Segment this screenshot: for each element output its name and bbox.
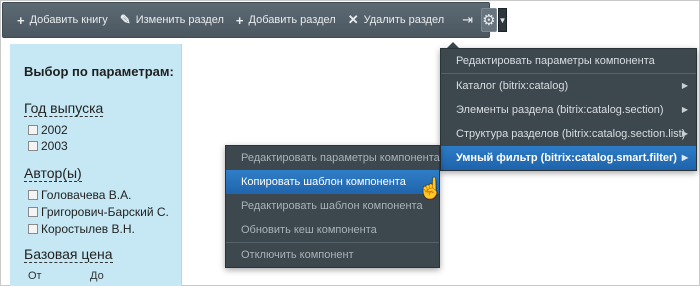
delete-section-button[interactable]: ✕ Удалить раздел <box>342 3 450 37</box>
menu-item-label: Редактировать шаблон компонента <box>241 200 423 212</box>
plus-icon: + <box>17 12 25 28</box>
chevron-right-icon: ▶ <box>681 129 688 138</box>
submenu-item-clear-cache[interactable]: Обновить кеш компонента <box>226 218 439 242</box>
submenu-item-copy-template[interactable]: Копировать шаблон компонента <box>226 170 439 194</box>
filter-year-option[interactable]: 2003 <box>28 139 68 153</box>
caret-down-icon[interactable]: ▼ <box>497 8 508 32</box>
menu-item-smart-filter[interactable]: Умный фильтр (bitrix:catalog.smart.filte… <box>441 146 696 170</box>
checkbox[interactable] <box>28 207 38 217</box>
edit-section-label: Изменить раздел <box>135 14 224 26</box>
chevron-right-icon: ▶ <box>681 153 688 162</box>
checkbox[interactable] <box>28 141 38 151</box>
edit-section-button[interactable]: ✎ Изменить раздел <box>114 3 230 37</box>
x-icon: ✕ <box>347 12 359 27</box>
price-from-label: От <box>28 270 42 282</box>
component-toolbar: + Добавить книгу ✎ Изменить раздел + Доб… <box>2 2 508 38</box>
checkbox-label: 2002 <box>41 123 68 137</box>
component-settings-menu: Редактировать параметры компонента Катал… <box>440 48 697 171</box>
submenu-item-edit-params[interactable]: Редактировать параметры компонента <box>226 146 440 170</box>
checkbox[interactable] <box>28 125 38 135</box>
menu-item-edit-params[interactable]: Редактировать параметры компонента <box>441 49 696 73</box>
submenu-item-edit-template[interactable]: Редактировать шаблон компонента <box>226 194 439 218</box>
menu-item-section-structure[interactable]: Структура разделов (bitrix:catalog.secti… <box>441 122 696 146</box>
menu-item-label: Редактировать параметры компонента <box>241 152 440 164</box>
pin-icon[interactable]: ⇥ <box>454 12 481 28</box>
add-book-button[interactable]: + Добавить книгу <box>11 3 114 37</box>
menu-item-label: Каталог (bitrix:catalog) <box>456 80 569 92</box>
filter-year-option[interactable]: 2002 <box>28 123 68 137</box>
filter-author-option[interactable]: Головачева В.А. <box>28 188 131 202</box>
smart-filter-submenu: Редактировать параметры компонента Копир… <box>225 145 440 268</box>
pencil-icon: ✎ <box>119 12 131 27</box>
filter-title: Выбор по параметрам: <box>24 64 174 79</box>
menu-item-section-elements[interactable]: Элементы раздела (bitrix:catalog.section… <box>441 98 696 122</box>
checkbox-label: Головачева В.А. <box>41 188 132 202</box>
price-to-label: До <box>90 270 104 282</box>
checkbox-label: 2003 <box>41 139 68 153</box>
hand-cursor-icon: ☝ <box>418 178 443 200</box>
smart-filter-panel: Выбор по параметрам: Год выпуска 2002 20… <box>10 44 182 286</box>
add-section-label: Добавить раздел <box>248 14 336 26</box>
add-book-label: Добавить книгу <box>29 14 108 26</box>
gear-icon[interactable]: ⚙ <box>481 8 497 32</box>
menu-item-label: Структура разделов (bitrix:catalog.secti… <box>456 128 686 140</box>
menu-item-label: Обновить кеш компонента <box>241 224 377 236</box>
filter-author-option[interactable]: Коростылев В.Н. <box>28 222 135 236</box>
checkbox-label: Григорович-Барский С. <box>41 205 169 219</box>
filter-year-label[interactable]: Год выпуска <box>24 100 104 117</box>
menu-item-catalog[interactable]: Каталог (bitrix:catalog) ▶ <box>441 74 696 98</box>
plus-icon: + <box>235 12 244 28</box>
filter-author-label[interactable]: Автор(ы) <box>24 165 82 182</box>
checkbox-label: Коростылев В.Н. <box>41 222 135 236</box>
menu-item-label: Редактировать параметры компонента <box>456 55 655 67</box>
menu-item-label: Отключить компонент <box>241 249 354 261</box>
submenu-item-disable[interactable]: Отключить компонент <box>226 243 439 267</box>
chevron-right-icon: ▶ <box>681 105 688 114</box>
add-section-button[interactable]: + Добавить раздел <box>230 3 342 37</box>
menu-item-label: Умный фильтр (bitrix:catalog.smart.filte… <box>456 152 677 164</box>
chevron-right-icon: ▶ <box>681 81 688 90</box>
checkbox[interactable] <box>28 224 38 234</box>
checkbox[interactable] <box>28 190 38 200</box>
delete-section-label: Удалить раздел <box>363 14 445 26</box>
filter-author-option[interactable]: Григорович-Барский С. <box>28 205 169 219</box>
menu-item-label: Копировать шаблон компонента <box>241 176 406 188</box>
menu-item-label: Элементы раздела (bitrix:catalog.section… <box>456 104 664 116</box>
filter-price-label[interactable]: Базовая цена <box>24 246 113 263</box>
